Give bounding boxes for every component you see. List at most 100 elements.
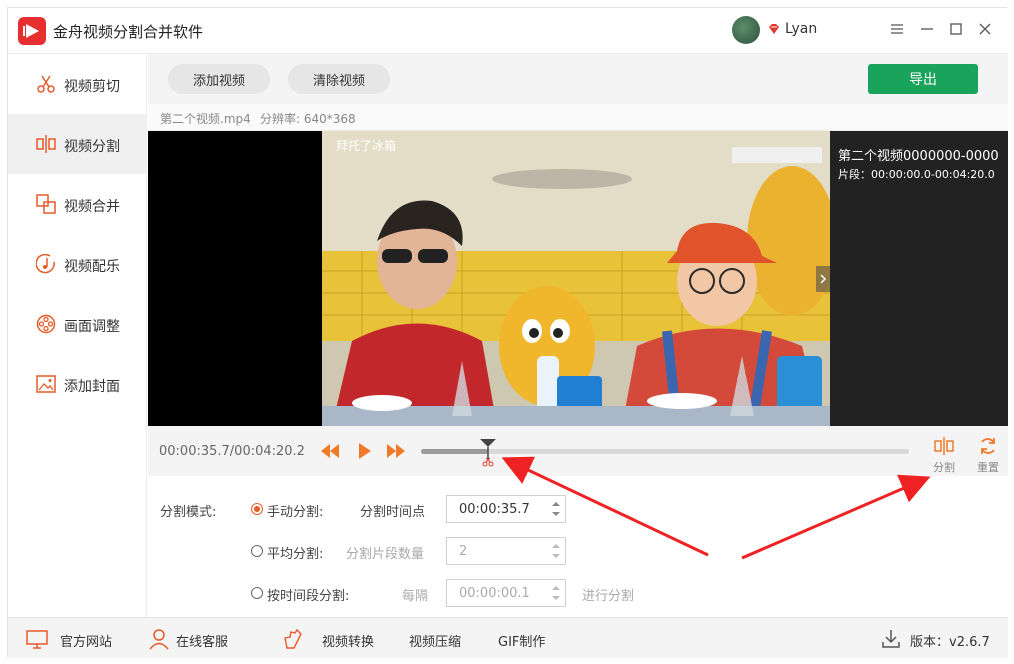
sidebar-item-label: 视频分割 — [64, 139, 120, 155]
split-icon — [36, 135, 56, 153]
timeline-handle[interactable] — [479, 439, 497, 469]
footer-convert-link[interactable]: 视频转换 — [282, 618, 382, 659]
segment-count-label: 分割片段数量 — [346, 547, 425, 562]
interval-input[interactable] — [447, 580, 547, 606]
file-info-bar: 第二个视频.mp4 分辨率: 640*368 — [148, 104, 1008, 131]
fast-forward-button[interactable] — [385, 440, 407, 462]
segment-panel: 第二个视频0000000-0000 片段：00:00:00.0-00:04:20… — [732, 131, 1008, 426]
play-button[interactable] — [353, 440, 375, 462]
split-time-label: 分割时间点 — [360, 505, 426, 520]
segment-count-input[interactable] — [447, 538, 547, 564]
reset-button[interactable]: 重置 — [973, 436, 1003, 474]
app-logo-icon — [18, 17, 46, 45]
clear-video-button[interactable]: 清除视频 — [288, 64, 390, 94]
video-preview: 拜托了冰箱 第二个视频0000000-0000 片段：00:00:00.0-00… — [148, 131, 1008, 426]
time-interval-split-label[interactable]: 按时间段分割: — [267, 585, 349, 604]
footer: 官方网站 在线客服 视频转换 视频压缩 GIF制作 版本：v2.6.7 — [8, 617, 1008, 658]
reset-button-label: 重置 — [977, 461, 999, 474]
interval-stepper[interactable] — [446, 579, 566, 607]
monitor-icon — [26, 630, 48, 649]
export-button[interactable]: 导出 — [868, 64, 978, 94]
footer-support-link[interactable]: 在线客服 — [148, 618, 238, 659]
split-button[interactable]: 分割 — [929, 436, 959, 474]
sidebar-item-label: 视频合并 — [64, 199, 120, 215]
toolbar: 添加视频 清除视频 导出 — [148, 54, 1008, 104]
version-label: 版本：v2.6.7 — [910, 635, 990, 650]
radio-time-interval-split[interactable] — [251, 587, 263, 599]
manual-split-label[interactable]: 手动分割: — [267, 501, 323, 520]
support-person-icon — [149, 629, 169, 650]
sidebar-item-merge[interactable]: 视频合并 — [8, 174, 147, 234]
download-icon — [882, 630, 900, 648]
segment-count-stepper[interactable] — [446, 537, 566, 565]
interval-every-label: 每隔 — [402, 589, 429, 604]
radio-average-split[interactable] — [251, 545, 263, 557]
sidebar-item-cut[interactable]: 视频剪切 — [8, 54, 147, 114]
file-resolution: 分辨率: 640*368 — [260, 112, 356, 126]
hand-wave-icon — [284, 628, 302, 649]
video-overlay-text: 拜托了冰箱 — [336, 139, 397, 153]
menu-icon[interactable] — [886, 18, 908, 40]
refresh-icon — [981, 438, 995, 454]
sidebar-item-label: 视频配乐 — [64, 259, 120, 275]
footer-convert-label: 视频转换 — [322, 635, 375, 650]
title-bar: 金舟视频分割合并软件 Lyan — [8, 8, 1008, 54]
sidebar-item-label: 添加封面 — [64, 379, 120, 395]
sidebar-item-music[interactable]: 视频配乐 — [8, 234, 147, 294]
segment-range: 片段：00:00:00.0-00:04:20.0 — [838, 168, 995, 181]
app-window: 金舟视频分割合并软件 Lyan 视频剪切 视频分割 视频合并 视频配乐 画面调整… — [7, 7, 1008, 658]
merge-icon — [36, 194, 56, 214]
film-reel-icon — [36, 314, 56, 334]
split-mode-label: 分割模式: — [160, 505, 217, 520]
add-video-button[interactable]: 添加视频 — [168, 64, 270, 94]
split-icon — [934, 437, 954, 455]
vip-diamond-icon — [769, 24, 779, 34]
timeline-track[interactable] — [421, 439, 909, 467]
sidebar-item-label: 视频剪切 — [64, 79, 120, 95]
split-button-label: 分割 — [933, 461, 955, 474]
stepper-arrows-icon[interactable] — [549, 498, 563, 520]
playhead-icon — [479, 439, 496, 467]
footer-version[interactable]: 版本：v2.6.7 — [880, 618, 1000, 659]
split-time-input[interactable] — [447, 496, 547, 522]
playback-bar: 00:00:35.7/00:04:20.2 分割 重置 — [148, 426, 1008, 476]
chevron-right-icon — [820, 274, 827, 284]
video-scene-image — [322, 131, 830, 426]
avatar[interactable] — [732, 16, 760, 44]
watermark-block — [732, 147, 822, 163]
scissors-icon — [37, 75, 55, 93]
split-time-stepper[interactable] — [446, 495, 566, 523]
playback-time: 00:00:35.7/00:04:20.2 — [159, 444, 305, 459]
average-split-label[interactable]: 平均分割: — [267, 543, 323, 562]
maximize-icon[interactable] — [945, 18, 967, 40]
stepper-arrows-icon[interactable] — [549, 540, 563, 562]
music-icon — [36, 254, 55, 274]
footer-website-label: 官方网站 — [60, 635, 113, 650]
sidebar-item-cover[interactable]: 添加封面 — [8, 354, 147, 414]
radio-manual-split[interactable] — [251, 503, 263, 515]
panel-toggle-button[interactable] — [816, 266, 830, 292]
file-name: 第二个视频.mp4 — [160, 112, 251, 126]
username[interactable]: Lyan — [785, 21, 817, 37]
footer-website-link[interactable]: 官方网站 — [26, 618, 116, 659]
segment-title[interactable]: 第二个视频0000000-0000 — [838, 145, 1006, 164]
footer-compress-link[interactable]: 视频压缩 — [409, 631, 461, 650]
image-icon — [36, 375, 56, 393]
sidebar-item-label: 画面调整 — [64, 319, 120, 335]
video-frame[interactable]: 拜托了冰箱 — [322, 131, 830, 426]
minimize-icon[interactable] — [916, 18, 938, 40]
app-title: 金舟视频分割合并软件 — [53, 23, 204, 41]
interval-suffix-label: 进行分割 — [582, 589, 635, 604]
stepper-arrows-icon[interactable] — [549, 582, 563, 604]
sidebar-item-adjust[interactable]: 画面调整 — [8, 294, 147, 354]
rewind-icon — [321, 444, 339, 458]
sidebar-item-split[interactable]: 视频分割 — [8, 114, 147, 174]
play-icon — [359, 443, 371, 459]
rewind-button[interactable] — [319, 440, 341, 462]
timeline-progress — [421, 449, 488, 454]
split-settings: 分割模式: 手动分割: 分割时间点 平均分割: 分割片段数量 按时间段分割: 每… — [148, 476, 1008, 617]
footer-gif-link[interactable]: GIF制作 — [498, 631, 545, 650]
sidebar: 视频剪切 视频分割 视频合并 视频配乐 画面调整 添加封面 — [8, 54, 147, 617]
close-icon[interactable] — [974, 18, 996, 40]
fast-forward-icon — [387, 444, 405, 458]
